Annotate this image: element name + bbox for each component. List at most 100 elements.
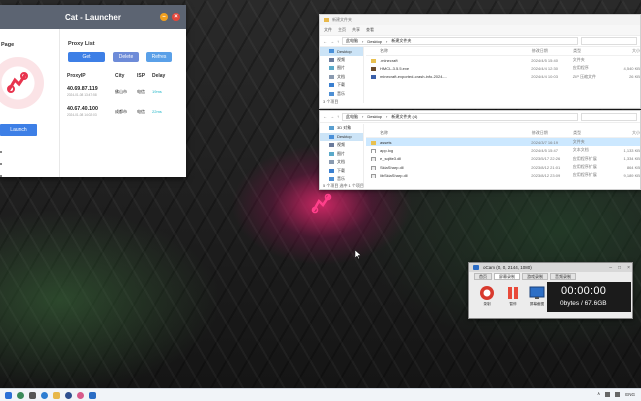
input-language[interactable]: ENG <box>625 392 635 397</box>
record-button[interactable]: 录制 <box>477 285 497 309</box>
breadcrumb[interactable]: 新建文件夹 <box>391 38 411 44</box>
maximize-icon[interactable]: □ <box>618 265 621 271</box>
proxy-row[interactable]: 40.69.87.119 2024-01-08 13:47:58 佛山市 电信 … <box>67 86 182 97</box>
nav-item-documents[interactable]: 文档 <box>320 158 363 167</box>
header-type[interactable]: 类型 <box>573 48 610 54</box>
folder-icon <box>324 18 329 22</box>
nav-item-videos[interactable]: 视频 <box>320 56 363 65</box>
tab-view[interactable]: 查看 <box>366 27 374 33</box>
forward-icon[interactable]: → <box>330 114 334 119</box>
explorer-titlebar: 新建文件夹 <box>320 15 640 25</box>
nav-item-documents[interactable]: 文档 <box>320 73 363 82</box>
breadcrumb[interactable]: Desktop <box>367 114 382 119</box>
picture-icon <box>329 151 334 156</box>
tab-audio-record[interactable]: 音频录制 <box>550 273 576 280</box>
ocam-window: oCam (0, 0, 2144, 1080) – □ × 首页 屏幕录制 游戏… <box>468 262 633 319</box>
nav-item-desktop[interactable]: Desktop <box>320 47 363 56</box>
mouse-cursor-icon <box>355 250 361 259</box>
refresh-button[interactable]: Refres <box>146 52 172 62</box>
file-row[interactable]: HMCL-3.5.5.exe 2024/4/4 12:30 应用程序 4,540… <box>366 64 640 72</box>
get-button[interactable]: Get <box>68 52 105 62</box>
launcher-title: Cat - Launcher <box>64 12 121 22</box>
breadcrumb[interactable]: Desktop <box>367 39 382 44</box>
file-row[interactable]: minecraft-exported-crash-info-2024-... 2… <box>366 73 640 81</box>
launch-button[interactable]: Launch <box>0 124 37 136</box>
file-list: 名称 修改日期 类型 大小 assets 2024/3/7 16:19 文件夹 … <box>366 129 640 179</box>
tab-home[interactable]: 首页 <box>474 273 492 280</box>
cube-icon <box>329 126 334 131</box>
nav-item-downloads[interactable]: 下载 <box>320 167 363 176</box>
back-icon[interactable]: ← <box>323 39 327 44</box>
address-bar[interactable]: 此电脑 › Desktop › 新建文件夹 <box>342 37 578 45</box>
cat-launcher-window: Cat - Launcher – × Page Launch Proxy Lis… <box>0 5 186 177</box>
col-isp: ISP <box>137 73 146 79</box>
proxy-delay: 22ms <box>152 109 162 114</box>
nav-item-3d-objects[interactable]: 3D 对象 <box>320 124 363 133</box>
task-view-icon[interactable] <box>29 391 36 399</box>
nav-item-music[interactable]: 音乐 <box>320 90 363 99</box>
file-explorer-icon[interactable] <box>53 391 60 399</box>
tab-home[interactable]: 主页 <box>338 27 346 33</box>
file-row[interactable]: app.log 2024/4/5 15:47 文本文档 1,133 KB <box>366 146 640 154</box>
file-row[interactable]: .minecraft 2024/4/5 15:40 文件夹 <box>366 56 640 64</box>
ocam-icon[interactable] <box>89 391 96 399</box>
tab-share[interactable]: 共享 <box>352 27 360 33</box>
start-icon[interactable] <box>5 391 12 399</box>
ocam-tabs: 首页 屏幕录制 游戏录制 音频录制 <box>474 273 576 280</box>
volume-icon[interactable] <box>615 391 621 397</box>
search-icon[interactable] <box>17 391 24 399</box>
file-row[interactable]: e_sqlite3.dll 2023/5/17 22:26 应用程序扩展 1,3… <box>366 155 640 163</box>
forward-icon[interactable]: → <box>330 39 334 44</box>
nav-item-pictures[interactable]: 图片 <box>320 150 363 159</box>
desktop-icon <box>329 134 334 139</box>
tray-expand-icon[interactable]: ∧ <box>597 391 600 397</box>
search-input[interactable] <box>581 112 637 121</box>
file-row[interactable]: SkiaSharp.dll 2023/8/12 21:01 应用程序扩展 864… <box>366 163 640 171</box>
close-button[interactable]: × <box>172 13 180 21</box>
explorer-window-1: 新建文件夹 文件 主页 共享 查看 ← → ↑ 此电脑 › Desktop › 新建… <box>319 14 641 109</box>
file-row[interactable]: assets 2024/3/7 16:19 文件夹 <box>366 138 640 147</box>
header-size[interactable]: 大小 <box>610 130 640 136</box>
header-name[interactable]: 名称 <box>366 48 460 54</box>
tab-file[interactable]: 文件 <box>324 27 332 33</box>
nav-item-desktop[interactable]: Desktop <box>320 132 363 141</box>
col-proxyip: ProxyIP <box>67 73 86 79</box>
file-row[interactable]: libSkiaSharp.dll 2023/8/12 23:09 应用程序扩展 … <box>366 171 640 179</box>
app-icon[interactable] <box>65 391 72 399</box>
up-icon[interactable]: ↑ <box>337 39 339 44</box>
search-input[interactable] <box>581 37 637 45</box>
minimize-icon[interactable]: – <box>609 265 612 271</box>
document-icon <box>329 160 334 165</box>
header-type[interactable]: 类型 <box>573 130 610 136</box>
header-size[interactable]: 大小 <box>610 48 640 54</box>
cat-launcher-icon[interactable] <box>77 391 84 399</box>
nav-item-downloads[interactable]: 下载 <box>320 81 363 90</box>
up-icon[interactable]: ↑ <box>337 114 339 119</box>
pause-button[interactable]: 暂停 <box>503 285 523 309</box>
dll-file-icon <box>371 173 376 178</box>
status-bar: 3 个项目 <box>323 99 339 104</box>
screenshot-button[interactable]: 屏幕截图 <box>527 285 547 309</box>
tab-screen-record[interactable]: 屏幕录制 <box>494 273 520 280</box>
tab-game-record[interactable]: 游戏录制 <box>522 273 548 280</box>
close-icon[interactable]: × <box>627 265 630 271</box>
header-date[interactable]: 修改日期 <box>532 130 573 136</box>
text-file-icon <box>371 148 376 153</box>
breadcrumb[interactable]: 此电脑 <box>346 114 358 120</box>
cat-logo-icon <box>7 72 28 93</box>
nav-dot <box>0 163 2 165</box>
breadcrumb[interactable]: 新建文件夹 (4) <box>391 114 417 120</box>
nav-item-videos[interactable]: 视频 <box>320 141 363 150</box>
network-icon[interactable] <box>605 391 611 397</box>
delete-button[interactable]: Delete <box>113 52 139 62</box>
back-icon[interactable]: ← <box>323 114 327 119</box>
address-bar[interactable]: 此电脑 › Desktop › 新建文件夹 (4) <box>342 112 578 121</box>
nav-item-pictures[interactable]: 图片 <box>320 64 363 73</box>
header-date[interactable]: 修改日期 <box>532 48 573 54</box>
browser-icon[interactable] <box>41 391 48 399</box>
breadcrumb[interactable]: 此电脑 <box>346 38 358 44</box>
minimize-button[interactable]: – <box>160 13 168 21</box>
header-name[interactable]: 名称 <box>366 130 460 136</box>
proxy-row[interactable]: 40.67.40.100 2024-01-08 14:02:03 成都市 电信 … <box>67 106 182 117</box>
recording-timer: 00:00:00 <box>561 285 607 297</box>
